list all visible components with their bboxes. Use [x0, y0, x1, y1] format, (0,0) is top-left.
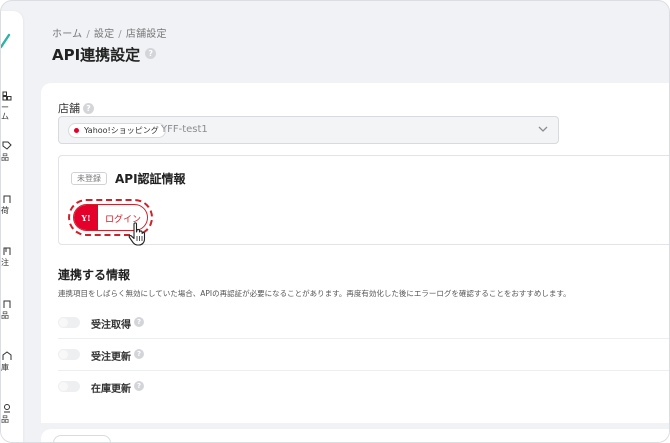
app-frame: ーム 品 荷 注 品 庫 品 ホーム / 設定 / 店舗設定 API連携設定 ?… [0, 0, 670, 443]
status-badge: 未登録 [71, 172, 107, 185]
sidebar-item-home[interactable]: ーム [1, 91, 13, 121]
sidebar-item-tag[interactable]: 品 [1, 141, 13, 162]
toggle-label-text: 在庫更新 [91, 384, 131, 395]
help-icon[interactable]: ? [134, 349, 144, 359]
sidebar: ーム 品 荷 注 品 庫 品 [1, 11, 23, 442]
breadcrumb: ホーム / 設定 / 店舗設定 [52, 25, 167, 40]
sidebar-item-orders[interactable]: 注 [1, 246, 13, 267]
toggle-row-stock-update: 在庫更新? [58, 371, 669, 403]
home-icon [2, 91, 12, 101]
pointer-hand-icon [128, 222, 146, 246]
help-icon[interactable]: ? [145, 48, 157, 59]
sidebar-item-label: 荷 [1, 206, 9, 215]
next-card-button[interactable] [53, 435, 111, 442]
sidebar-item-label: 庫 [1, 363, 9, 372]
toggle-row-order-fetch: 受注取得? [58, 307, 669, 339]
sidebar-item-label: ーム [1, 103, 9, 121]
store-select[interactable]: Yahoo!ショッピング YFF-test1 [58, 116, 559, 144]
product-icon [3, 300, 11, 308]
help-icon[interactable]: ? [134, 381, 144, 391]
breadcrumb-store-settings: 店舗設定 [125, 29, 167, 40]
breadcrumb-separator: / [118, 29, 122, 40]
order-fetch-toggle[interactable] [58, 317, 80, 328]
toggle-label: 在庫更新? [91, 380, 144, 395]
chevron-down-icon [538, 126, 548, 132]
linked-info-description: 連携項目をしばらく無効にしていた場合、APIの再認証が必要になることがあります。… [58, 289, 571, 298]
sidebar-item-label: 品 [1, 415, 9, 424]
tag-icon [2, 141, 12, 150]
toggle-label: 受注更新? [91, 348, 144, 363]
sidebar-item-shipping[interactable]: 荷 [1, 194, 13, 215]
box-icon [3, 195, 11, 203]
sidebar-item-products[interactable]: 品 [1, 299, 13, 320]
toggle-label-text: 受注更新 [91, 352, 131, 363]
yahoo-logo-icon: Y! [74, 205, 98, 230]
sidebar-item-label: 品 [1, 311, 9, 320]
toggle-label: 受注取得? [91, 316, 144, 331]
sidebar-item-label: 注 [1, 258, 9, 267]
order-icon [3, 247, 11, 255]
store-select-value: YFF-test1 [161, 124, 208, 135]
stock-update-toggle[interactable] [58, 381, 80, 392]
linked-info-title: 連携する情報 [58, 268, 131, 282]
api-auth-panel: 未登録 API認証情報 Y! ログイン [58, 155, 669, 246]
warehouse-icon [2, 351, 12, 360]
api-auth-title: API認証情報 [115, 172, 186, 186]
order-update-toggle[interactable] [58, 349, 80, 360]
breadcrumb-separator: / [86, 29, 90, 40]
breadcrumb-settings[interactable]: 設定 [94, 29, 114, 40]
store-platform-tag: Yahoo!ショッピング [68, 123, 166, 138]
page-title: API連携設定? [52, 44, 157, 65]
store-label: 店舗? [58, 100, 94, 116]
toggle-row-order-update: 受注更新? [58, 339, 669, 371]
help-icon[interactable]: ? [83, 102, 94, 114]
sidebar-item-inventory[interactable]: 庫 [1, 351, 13, 372]
item-icon [4, 404, 10, 413]
next-card [41, 429, 669, 442]
brand-logo-icon [1, 33, 11, 49]
sidebar-item-items[interactable]: 品 [1, 403, 13, 424]
store-label-text: 店舗 [58, 102, 80, 115]
breadcrumb-home[interactable]: ホーム [52, 29, 82, 40]
settings-card: 店舗? Yahoo!ショッピング YFF-test1 未登録 API認証情報 Y… [41, 83, 669, 423]
help-icon[interactable]: ? [134, 317, 144, 327]
sidebar-item-label: 品 [1, 153, 9, 162]
login-highlight: Y! ログイン [68, 199, 153, 246]
toggle-label-text: 受注取得 [91, 320, 131, 331]
page-title-text: API連携設定 [52, 46, 141, 64]
